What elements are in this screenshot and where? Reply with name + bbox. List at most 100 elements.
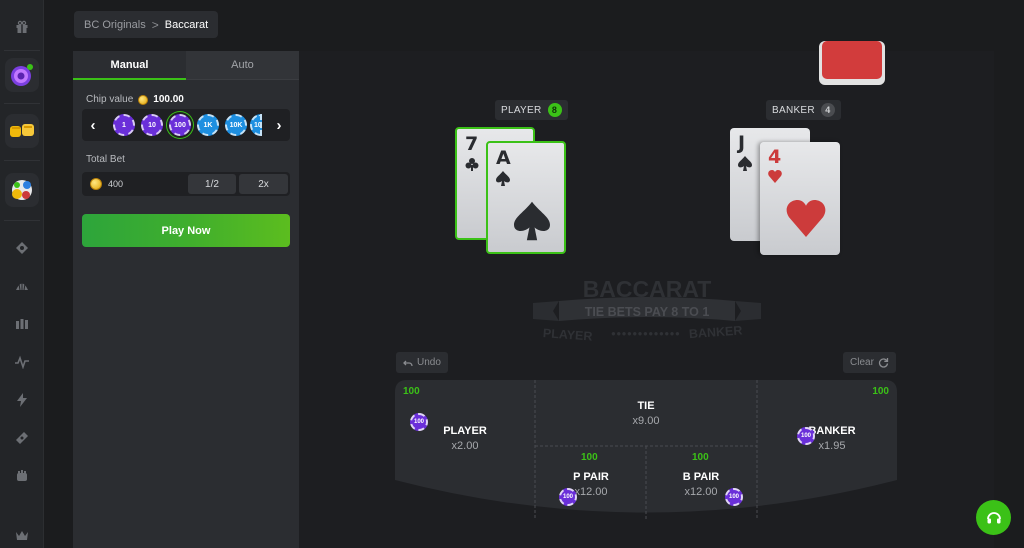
double-bet-button[interactable]: 2x bbox=[239, 174, 288, 194]
card-rank: J bbox=[738, 132, 746, 154]
chip-100k-partial[interactable]: 100 bbox=[250, 114, 262, 136]
game-area: PLAYER 8 BANKER 4 7 A J 4 BACCARAT TIE B… bbox=[299, 41, 994, 548]
hand-icon[interactable] bbox=[0, 466, 44, 486]
banker-label-text: BANKER bbox=[772, 104, 815, 116]
tie-zone-odds: x9.00 bbox=[632, 415, 660, 427]
bingo-balls-icon[interactable] bbox=[0, 172, 44, 208]
spade-icon bbox=[738, 156, 752, 171]
banker-bet-amount: 100 bbox=[872, 386, 889, 397]
player-zone-text: PLAYER x2.00 bbox=[435, 425, 495, 452]
banker-zone-chip: 100 bbox=[797, 427, 815, 445]
chip-1[interactable]: 1 bbox=[113, 114, 135, 136]
headset-icon bbox=[986, 511, 1001, 523]
card-rank: A bbox=[496, 147, 511, 169]
support-chat-button[interactable] bbox=[976, 500, 1011, 535]
p-pair-zone-chip: 100 bbox=[559, 488, 577, 506]
player-hand-label: PLAYER 8 bbox=[495, 100, 568, 120]
card-deck bbox=[819, 41, 885, 85]
total-bet-field[interactable]: 400 bbox=[90, 172, 123, 196]
b-pair-zone-text: B PAIR x12.00 bbox=[671, 471, 731, 498]
logo-right-text: BANKER bbox=[689, 323, 743, 341]
play-now-button[interactable]: Play Now bbox=[82, 214, 290, 247]
clear-button[interactable]: Clear bbox=[843, 352, 896, 373]
player-card-2: A bbox=[486, 141, 566, 254]
betting-table: 100 100 PLAYER x2.00 TIE x9.00 100 BANKE… bbox=[395, 380, 897, 520]
rail-divider bbox=[4, 103, 40, 104]
chip-value-amount: 100.00 bbox=[153, 94, 184, 105]
logo-left-text: PLAYER bbox=[542, 326, 592, 343]
left-rail bbox=[0, 0, 44, 548]
lightning-icon[interactable] bbox=[0, 390, 44, 410]
breadcrumb: BC Originals > Baccarat bbox=[74, 11, 219, 38]
breadcrumb-separator: > bbox=[151, 17, 159, 32]
undo-label: Undo bbox=[417, 357, 441, 368]
app-root: BC Originals > Baccarat Manual Auto Chip… bbox=[0, 0, 1024, 548]
card-back bbox=[822, 41, 882, 79]
heart-large-icon bbox=[786, 200, 826, 237]
chip-value-label: Chip value bbox=[86, 94, 134, 105]
chevron-left-icon[interactable]: ‹ bbox=[82, 109, 104, 141]
total-bet-row: 400 1/2 2x bbox=[82, 172, 290, 196]
baccarat-table-logo: BACCARAT TIE BETS PAY 8 TO 1 PLAYER ●●●●… bbox=[533, 276, 761, 344]
casino-chip-icon[interactable] bbox=[0, 238, 44, 258]
banker-hand-label: BANKER 4 bbox=[766, 100, 841, 120]
rail-divider bbox=[4, 50, 40, 51]
refresh-icon bbox=[878, 358, 889, 368]
breadcrumb-parent-link[interactable]: BC Originals bbox=[84, 19, 146, 31]
undo-button[interactable]: Undo bbox=[396, 352, 448, 373]
p-pair-zone-title: P PAIR bbox=[573, 471, 609, 483]
player-label-text: PLAYER bbox=[501, 104, 542, 116]
b-pair-bet-amount: 100 bbox=[692, 452, 709, 463]
chip-10k[interactable]: 10K bbox=[225, 114, 247, 136]
stats-bars-icon[interactable] bbox=[0, 314, 44, 334]
chip-1k[interactable]: 1K bbox=[197, 114, 219, 136]
mode-tabs: Manual Auto bbox=[73, 51, 299, 80]
crown-icon[interactable] bbox=[0, 525, 44, 545]
gift-icon[interactable] bbox=[0, 14, 44, 40]
coin-icon bbox=[90, 178, 102, 190]
rail-divider bbox=[4, 160, 40, 161]
logo-banner-text: TIE BETS PAY 8 TO 1 bbox=[585, 305, 710, 319]
player-zone-title: PLAYER bbox=[443, 425, 487, 437]
chip-value-row: Chip value 100.00 bbox=[86, 94, 184, 105]
total-bet-label: Total Bet bbox=[86, 154, 125, 165]
chevron-right-icon[interactable]: › bbox=[268, 109, 290, 141]
clear-label: Clear bbox=[850, 357, 874, 368]
undo-icon bbox=[403, 360, 413, 366]
b-pair-zone-odds: x12.00 bbox=[684, 486, 718, 498]
shell-icon[interactable] bbox=[0, 276, 44, 296]
player-zone-odds: x2.00 bbox=[451, 440, 479, 452]
breadcrumb-current: Baccarat bbox=[164, 18, 209, 31]
player-bet-amount: 100 bbox=[403, 386, 420, 397]
chip-100[interactable]: 100 bbox=[169, 114, 191, 136]
spin-wheel-icon[interactable] bbox=[0, 57, 44, 93]
b-pair-zone-chip: 100 bbox=[725, 488, 743, 506]
fist-bump-icon[interactable] bbox=[0, 113, 44, 149]
half-bet-button[interactable]: 1/2 bbox=[188, 174, 236, 194]
rail-divider bbox=[4, 220, 40, 221]
svg-text:●●●●●●●●●●●●●: ●●●●●●●●●●●●● bbox=[611, 329, 680, 338]
total-bet-value: 400 bbox=[108, 179, 124, 189]
chip-10[interactable]: 10 bbox=[141, 114, 163, 136]
tab-manual[interactable]: Manual bbox=[73, 51, 186, 80]
card-rank: 4 bbox=[768, 146, 782, 168]
spade-icon bbox=[496, 171, 510, 186]
spade-large-icon bbox=[514, 201, 550, 241]
player-zone-chip: 100 bbox=[410, 413, 428, 431]
banker-card-2: 4 bbox=[760, 142, 840, 255]
card-rank: 7 bbox=[465, 133, 479, 155]
chip-selector: ‹ 1 10 100 1K 10K 100 › bbox=[82, 109, 290, 141]
tab-auto[interactable]: Auto bbox=[186, 51, 299, 80]
coin-icon bbox=[138, 94, 149, 105]
club-icon bbox=[465, 158, 479, 171]
bet-control-panel: Manual Auto Chip value 100.00 ‹ 1 10 100… bbox=[73, 51, 299, 548]
player-score-badge: 8 bbox=[547, 103, 562, 117]
tie-zone-title: TIE bbox=[637, 400, 655, 412]
p-pair-bet-amount: 100 bbox=[581, 452, 598, 463]
banker-score-badge: 4 bbox=[820, 103, 835, 117]
b-pair-zone-title: B PAIR bbox=[682, 471, 720, 483]
chip-100k-partial-label: 100 bbox=[254, 121, 262, 129]
pulse-icon[interactable] bbox=[0, 352, 44, 372]
tie-zone-text: TIE x9.00 bbox=[595, 400, 697, 427]
ticket-icon[interactable] bbox=[0, 428, 44, 448]
